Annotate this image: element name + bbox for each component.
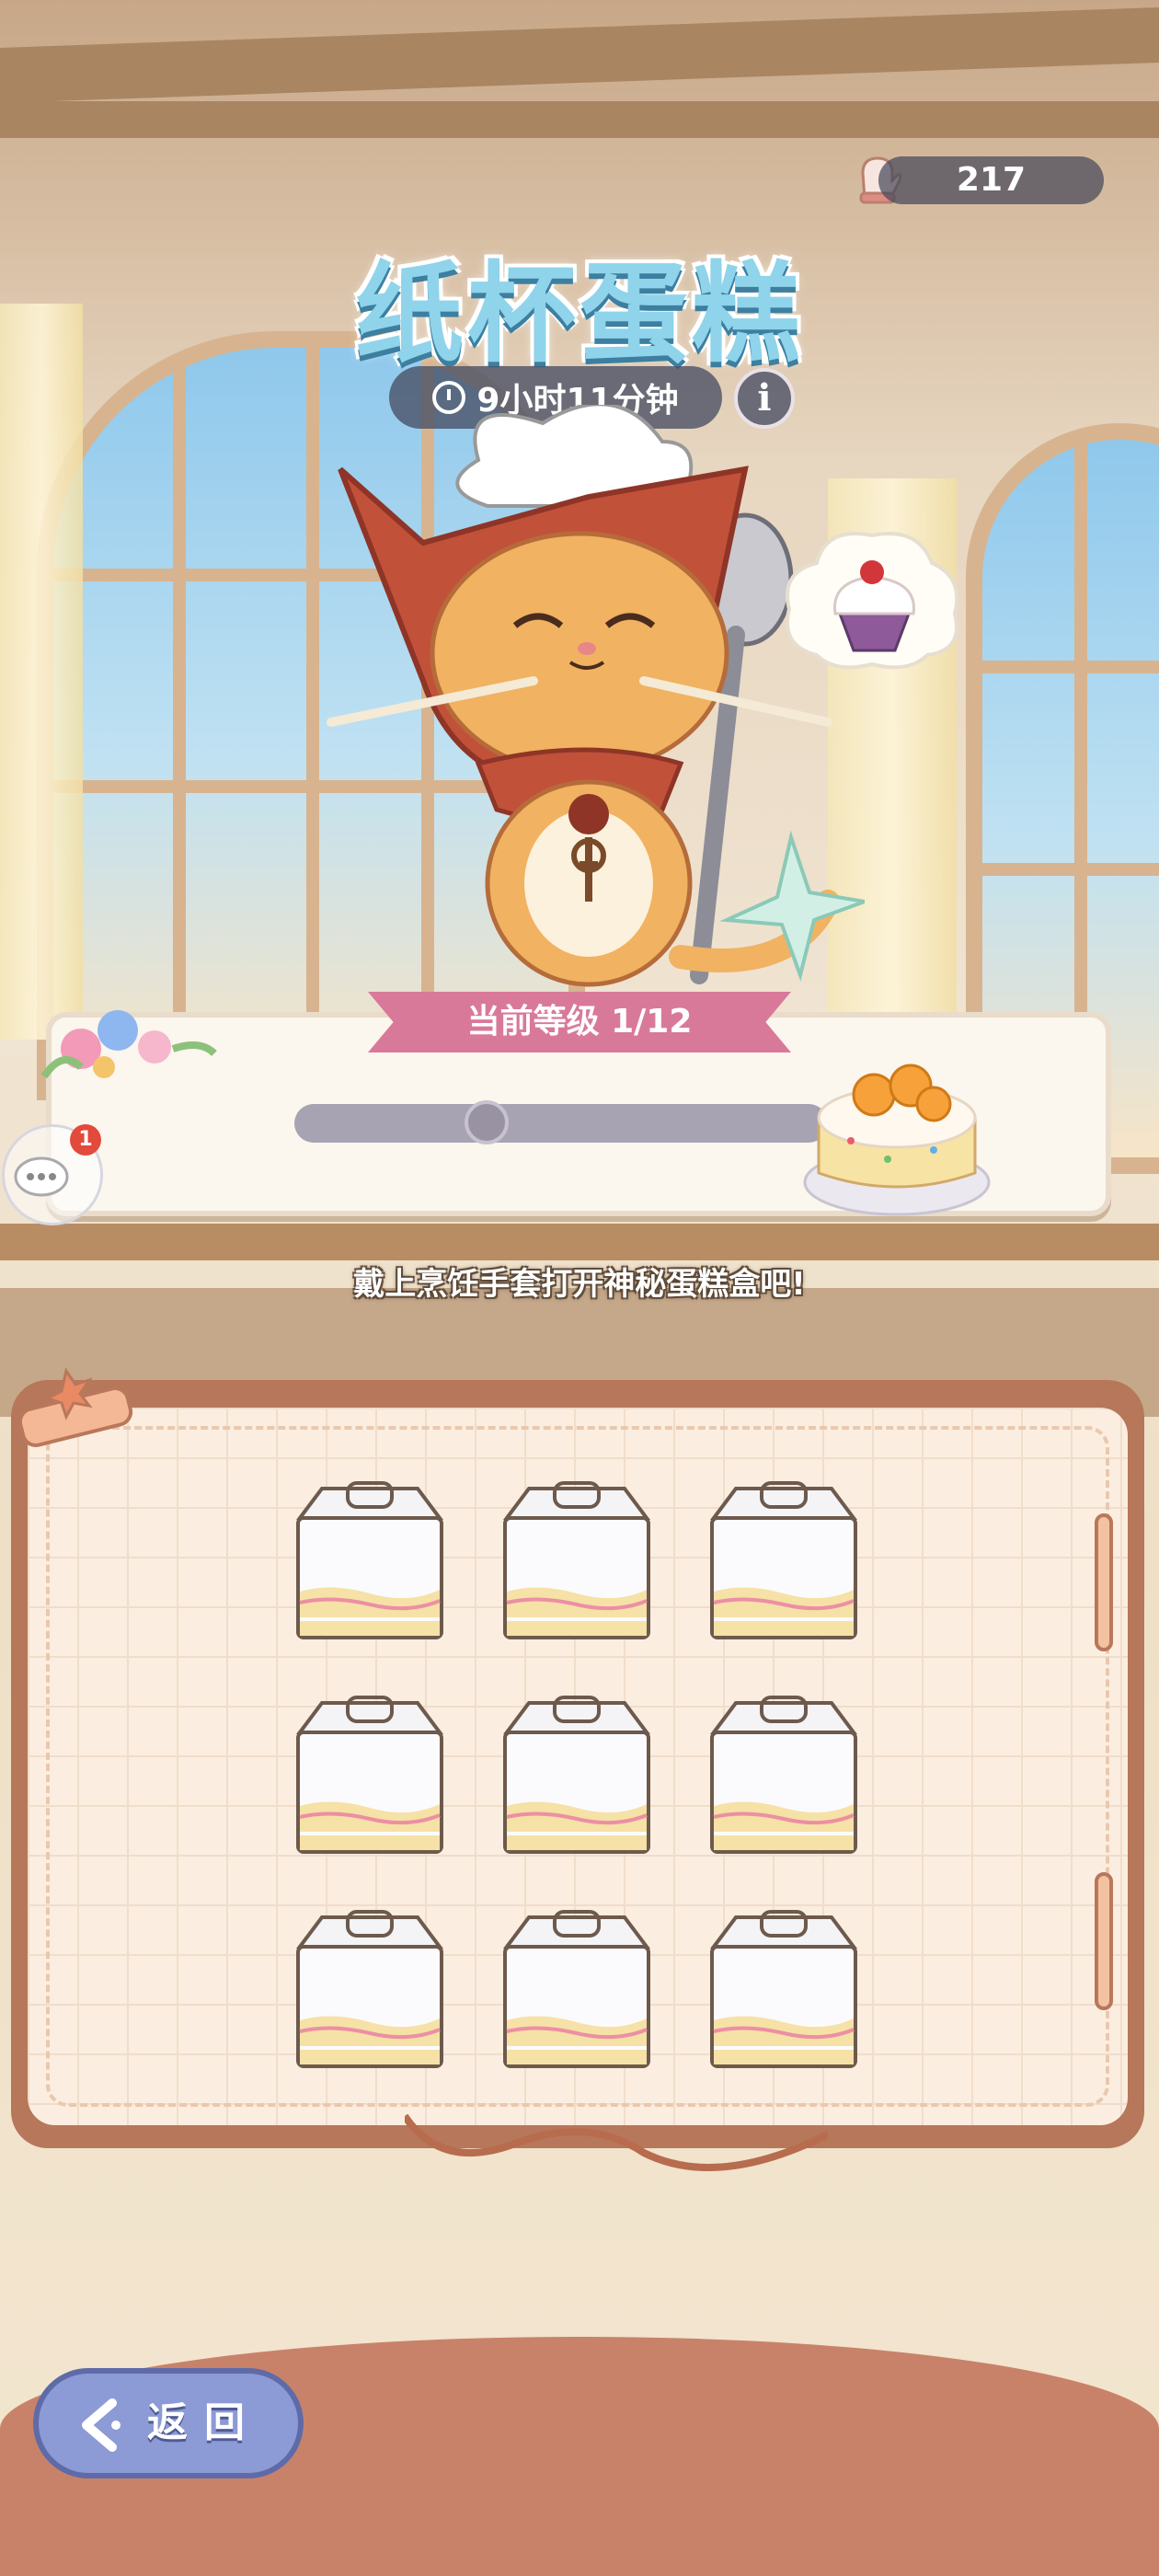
back-button[interactable]: 返回: [33, 2368, 304, 2478]
hint-text: 戴上烹饪手套打开神秘蛋糕盒吧!: [353, 1266, 806, 1303]
cupcake-thought-bubble: [786, 532, 959, 670]
level-ribbon: 当前等级 1/12: [368, 992, 791, 1052]
level-progress-knob: [464, 1100, 509, 1144]
mystery-box-grid: [294, 1481, 865, 2071]
binder-ring: [1095, 1513, 1113, 1651]
notification-badge: 1: [70, 1124, 101, 1156]
mystery-cake-box[interactable]: [501, 1696, 652, 1857]
chef-cat-mascot: [327, 405, 865, 987]
mystery-cake-box[interactable]: [501, 1910, 652, 2071]
mystery-cake-box[interactable]: [708, 1696, 859, 1857]
mystery-cake-box[interactable]: [294, 1696, 445, 1857]
curtain: [0, 304, 83, 1040]
page-title: 纸杯蛋糕: [354, 250, 804, 377]
mystery-cake-box[interactable]: [294, 1481, 445, 1642]
mystery-cake-box-icon: [296, 1481, 443, 1639]
flower-decoration: [40, 1010, 217, 1079]
counter-shelf: [0, 1224, 1159, 1260]
binder-ring: [1095, 1872, 1113, 2010]
ceiling-beam: [0, 6, 1159, 105]
mystery-cake-box-icon: [296, 1696, 443, 1854]
mystery-cake-box-icon: [710, 1910, 857, 2068]
currency-counter: 217: [878, 156, 1104, 204]
orange-cake-reward-icon: [803, 1064, 991, 1216]
back-arrow-icon: [82, 2398, 120, 2452]
mystery-cake-box-icon: [503, 1910, 650, 2068]
mystery-cake-box-icon: [503, 1481, 650, 1639]
level-progress-bar: [294, 1104, 828, 1143]
mystery-cake-box-icon: [710, 1481, 857, 1639]
back-button-label: 返回: [147, 2399, 261, 2446]
mystery-cake-box-icon: [710, 1696, 857, 1854]
clip-decoration: [17, 1367, 133, 1447]
mystery-cake-box[interactable]: [708, 1481, 859, 1642]
mystery-cake-box[interactable]: [294, 1910, 445, 2071]
mystery-cake-box[interactable]: [708, 1910, 859, 2071]
mystery-cake-box[interactable]: [501, 1481, 652, 1642]
ceiling-beam: [0, 101, 1159, 138]
mystery-cake-box-icon: [503, 1696, 650, 1854]
mystery-cake-box-icon: [296, 1910, 443, 2068]
rope-decoration: [405, 2113, 828, 2171]
